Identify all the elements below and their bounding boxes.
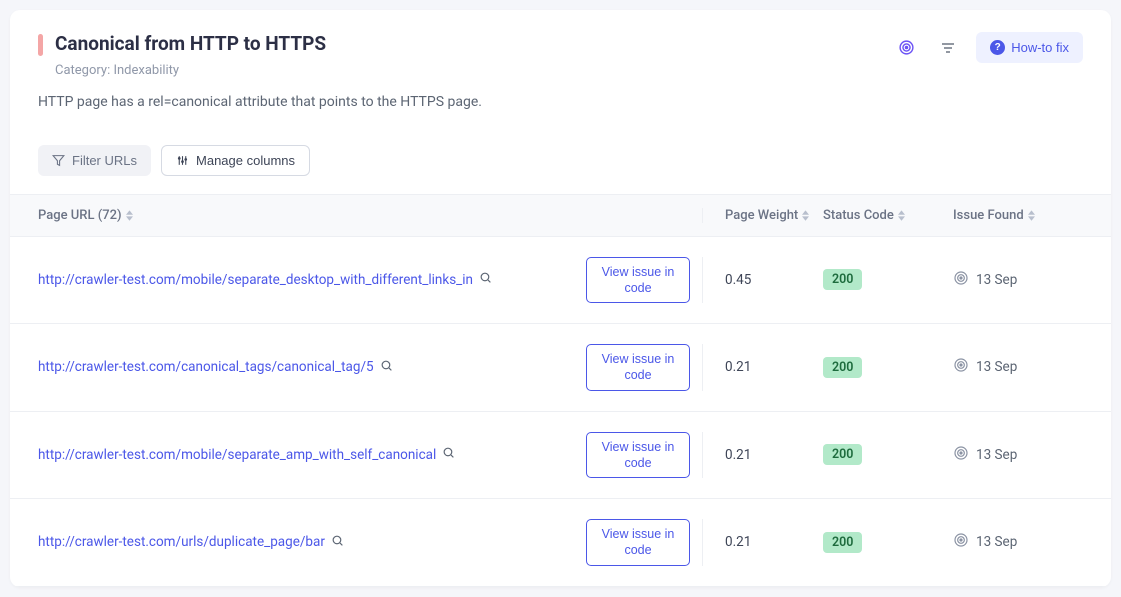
weight-value: 0.21: [725, 359, 751, 375]
cell-weight: 0.21: [703, 534, 823, 550]
table-toolbar: Filter URLs Manage columns: [10, 145, 1111, 194]
issue-detail-card: Canonical from HTTP to HTTPS Category: I…: [10, 10, 1111, 587]
radar-icon: [953, 445, 969, 465]
question-icon: ?: [990, 40, 1005, 55]
status-badge: 200: [823, 357, 862, 378]
cell-url: http://crawler-test.com/mobile/separate_…: [38, 257, 703, 304]
page-url-link[interactable]: http://crawler-test.com/mobile/separate_…: [38, 447, 436, 463]
columns-icon: [176, 154, 189, 167]
cell-status: 200: [823, 269, 953, 290]
how-to-fix-button[interactable]: ? How-to fix: [976, 32, 1083, 63]
issue-description: HTTP page has a rel=canonical attribute …: [38, 92, 1083, 113]
category-prefix: Category:: [55, 63, 113, 78]
category-line: Category: Indexability: [55, 63, 326, 78]
magnify-icon[interactable]: [331, 534, 344, 551]
cell-url: http://crawler-test.com/mobile/separate_…: [38, 432, 703, 479]
cell-status: 200: [823, 444, 953, 465]
magnify-icon[interactable]: [479, 271, 492, 288]
status-badge: 200: [823, 269, 862, 290]
radar-icon: [953, 532, 969, 552]
magnify-icon[interactable]: [442, 446, 455, 463]
cell-url: http://crawler-test.com/canonical_tags/c…: [38, 344, 703, 391]
cell-found: 13 Sep: [953, 532, 1083, 552]
manage-columns-button[interactable]: Manage columns: [161, 145, 310, 176]
results-table: Page URL (72) Page Weight Status Code: [10, 194, 1111, 587]
page-title: Canonical from HTTP to HTTPS: [55, 32, 326, 57]
table-row: http://crawler-test.com/urls/duplicate_p…: [10, 499, 1111, 587]
view-issue-button[interactable]: View issue in code: [586, 519, 690, 566]
col-header-found[interactable]: Issue Found: [953, 208, 1083, 223]
col-header-status[interactable]: Status Code: [823, 208, 953, 223]
filter-icon: [52, 154, 65, 167]
col-header-found-label: Issue Found: [953, 208, 1024, 223]
col-header-weight[interactable]: Page Weight: [703, 208, 823, 223]
view-issue-button[interactable]: View issue in code: [586, 344, 690, 391]
magnify-icon[interactable]: [380, 359, 393, 376]
card-header: Canonical from HTTP to HTTPS Category: I…: [10, 10, 1111, 131]
radar-icon: [953, 270, 969, 290]
cell-found: 13 Sep: [953, 270, 1083, 290]
title-row: Canonical from HTTP to HTTPS Category: I…: [38, 32, 1083, 78]
radar-action-icon[interactable]: [892, 34, 920, 62]
cell-weight: 0.45: [703, 272, 823, 288]
filter-urls-label: Filter URLs: [72, 153, 137, 168]
url-wrap: http://crawler-test.com/mobile/separate_…: [38, 446, 455, 463]
title-actions: ? How-to fix: [892, 32, 1083, 63]
accent-bar: [38, 34, 43, 56]
found-date: 13 Sep: [976, 447, 1017, 463]
table-row: http://crawler-test.com/mobile/separate_…: [10, 412, 1111, 500]
cell-status: 200: [823, 532, 953, 553]
weight-value: 0.21: [725, 447, 751, 463]
col-header-url-label: Page URL (72): [38, 208, 122, 223]
found-wrap: 13 Sep: [953, 532, 1017, 552]
col-header-status-label: Status Code: [823, 208, 894, 223]
category-value: Indexability: [113, 63, 179, 78]
table-body: http://crawler-test.com/mobile/separate_…: [10, 237, 1111, 587]
url-wrap: http://crawler-test.com/mobile/separate_…: [38, 271, 492, 288]
table-row: http://crawler-test.com/canonical_tags/c…: [10, 324, 1111, 412]
table-header-row: Page URL (72) Page Weight Status Code: [10, 194, 1111, 237]
found-date: 13 Sep: [976, 359, 1017, 375]
cell-status: 200: [823, 357, 953, 378]
col-header-weight-label: Page Weight: [725, 208, 798, 223]
weight-value: 0.21: [725, 534, 751, 550]
sort-icon: [1028, 210, 1035, 221]
page-url-link[interactable]: http://crawler-test.com/mobile/separate_…: [38, 272, 473, 288]
manage-columns-label: Manage columns: [196, 153, 295, 168]
found-wrap: 13 Sep: [953, 445, 1017, 465]
found-date: 13 Sep: [976, 272, 1017, 288]
sort-action-icon[interactable]: [934, 34, 962, 62]
found-wrap: 13 Sep: [953, 357, 1017, 377]
sort-icon: [898, 210, 905, 221]
cell-weight: 0.21: [703, 447, 823, 463]
cell-weight: 0.21: [703, 359, 823, 375]
cell-url: http://crawler-test.com/urls/duplicate_p…: [38, 519, 703, 566]
sort-icon: [802, 210, 809, 221]
filter-urls-button[interactable]: Filter URLs: [38, 145, 151, 176]
table-row: http://crawler-test.com/mobile/separate_…: [10, 237, 1111, 325]
page-url-link[interactable]: http://crawler-test.com/urls/duplicate_p…: [38, 534, 325, 550]
title-left: Canonical from HTTP to HTTPS Category: I…: [38, 32, 326, 78]
url-wrap: http://crawler-test.com/canonical_tags/c…: [38, 359, 393, 376]
weight-value: 0.45: [725, 272, 751, 288]
view-issue-button[interactable]: View issue in code: [586, 257, 690, 304]
url-wrap: http://crawler-test.com/urls/duplicate_p…: [38, 534, 344, 551]
sort-icon: [126, 210, 133, 221]
col-header-url[interactable]: Page URL (72): [38, 208, 703, 223]
how-to-fix-label: How-to fix: [1011, 40, 1069, 55]
found-date: 13 Sep: [976, 534, 1017, 550]
radar-icon: [953, 357, 969, 377]
status-badge: 200: [823, 444, 862, 465]
cell-found: 13 Sep: [953, 357, 1083, 377]
page-url-link[interactable]: http://crawler-test.com/canonical_tags/c…: [38, 359, 374, 375]
title-text-block: Canonical from HTTP to HTTPS Category: I…: [55, 32, 326, 78]
status-badge: 200: [823, 532, 862, 553]
view-issue-button[interactable]: View issue in code: [586, 432, 690, 479]
found-wrap: 13 Sep: [953, 270, 1017, 290]
cell-found: 13 Sep: [953, 445, 1083, 465]
